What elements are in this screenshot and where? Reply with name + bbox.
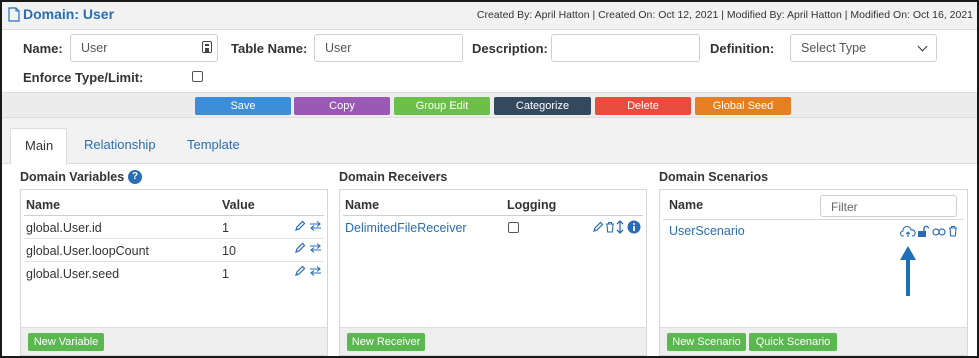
quick-scenario-button[interactable]: Quick Scenario [749,333,837,351]
copy-button[interactable]: Copy [294,97,390,115]
receivers-section-title: Domain Receivers [339,170,448,184]
swap-icon[interactable] [309,265,322,277]
table-name-label: Table Name: [231,41,308,56]
swap-icon[interactable] [309,220,322,232]
link-icon[interactable] [932,228,946,236]
annotation-arrow-icon [900,246,916,296]
action-toolbar: Save Copy Group Edit Categorize Delete G… [2,92,977,118]
pencil-icon[interactable] [294,242,306,254]
save-button[interactable]: Save [195,97,291,115]
domain-form: Name: User Table Name: User Description:… [2,30,977,92]
variable-value: 10 [222,244,236,258]
name-label: Name: [23,41,63,56]
filter-input[interactable]: Filter [820,195,957,217]
delete-button[interactable]: Delete [595,97,691,115]
tab-template[interactable]: Template [173,128,254,165]
global-seed-button[interactable]: Global Seed [695,97,791,115]
scenario-link[interactable]: UserScenario [669,224,745,238]
app-window: Domain: User Created By: April Hatton | … [0,0,979,358]
page-title: Domain: User [23,6,115,22]
help-icon[interactable]: ? [128,170,142,184]
receiver-link[interactable]: DelimitedFileReceiver [345,221,467,235]
swap-icon[interactable] [309,242,322,254]
variables-footer: New Variable [21,327,327,355]
enforce-checkbox[interactable] [192,71,203,82]
row-divider [24,238,324,239]
enforce-label: Enforce Type/Limit: [23,70,144,85]
definition-selected-value: Select Type [801,41,867,55]
sort-icon[interactable] [616,220,624,234]
header-divider [663,219,964,220]
variable-name: global.User.loopCount [26,244,149,258]
variables-section-title: Domain Variables [20,170,124,184]
row-divider [24,261,324,262]
description-label: Description: [472,41,548,56]
new-variable-button[interactable]: New Variable [28,333,104,351]
column-header-name: Name [669,198,704,212]
header-divider [24,215,324,216]
definition-label: Definition: [710,41,775,56]
column-header-logging: Logging [507,198,557,212]
description-field[interactable] [551,34,700,62]
trash-icon[interactable] [605,221,615,233]
calculator-icon[interactable] [202,41,212,53]
variable-value: 1 [222,267,229,281]
pencil-icon[interactable] [294,265,306,277]
scenarios-section-title: Domain Scenarios [659,170,769,184]
unlock-icon[interactable] [917,225,929,238]
document-icon [8,7,20,22]
logging-checkbox[interactable] [508,222,519,233]
tab-main[interactable]: Main [10,128,67,165]
cloud-upload-icon[interactable] [900,226,916,238]
header-divider [343,215,643,216]
info-icon[interactable] [627,220,641,234]
scenarios-footer: New Scenario Quick Scenario [660,327,967,355]
tab-relationship[interactable]: Relationship [70,128,170,165]
variables-panel: Name Value global.User.id 1 global.User.… [20,189,328,356]
variable-name: global.User.seed [26,267,120,281]
receivers-footer: New Receiver [340,327,646,355]
audit-info: Created By: April Hatton | Created On: O… [476,9,973,21]
variables-title-text: Domain Variables [20,170,125,184]
receivers-panel: Name Logging DelimitedFileReceiver New R… [339,189,647,356]
pencil-icon[interactable] [294,220,306,232]
column-header-name: Name [26,198,61,212]
new-scenario-button[interactable]: New Scenario [667,333,746,351]
variable-name: global.User.id [26,221,102,235]
scenarios-panel: Name Filter UserScenario New Scenario Qu… [659,189,968,356]
page-header: Domain: User Created By: April Hatton | … [2,2,977,30]
chevron-down-icon [917,41,928,52]
trash-icon[interactable] [948,225,958,237]
column-header-value: Value [222,198,255,212]
tab-bar: Main Relationship Template [2,118,977,165]
column-header-name: Name [345,198,380,212]
definition-select[interactable]: Select Type [790,34,937,62]
new-receiver-button[interactable]: New Receiver [347,333,425,351]
name-field[interactable]: User [70,34,218,62]
variable-value: 1 [222,221,229,235]
table-name-field[interactable]: User [314,34,463,62]
group-edit-button[interactable]: Group Edit [394,97,490,115]
categorize-button[interactable]: Categorize [494,97,591,115]
pencil-icon[interactable] [592,221,604,233]
